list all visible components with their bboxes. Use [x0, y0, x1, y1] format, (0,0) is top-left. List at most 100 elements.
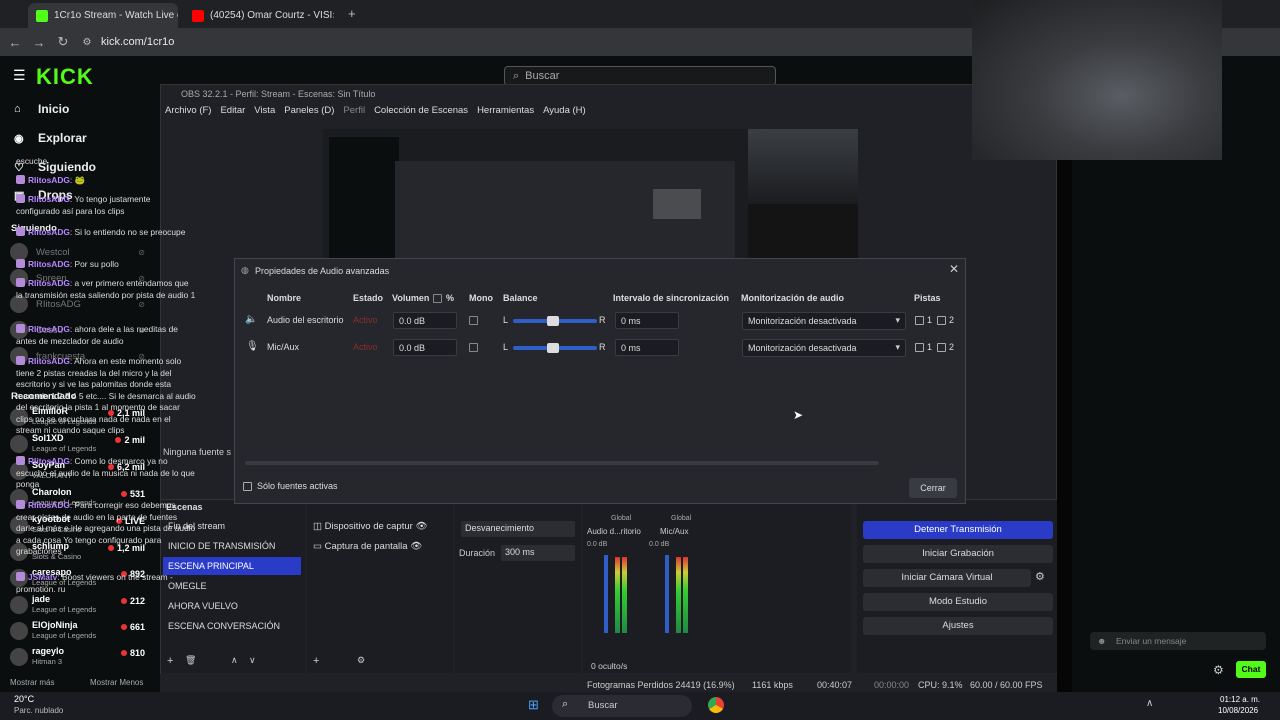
- scene-item[interactable]: ESCENA CONVERSACIÓN: [163, 617, 301, 635]
- reload-icon[interactable]: ↻: [51, 34, 75, 50]
- menu-ayuda[interactable]: Ayuda (H): [543, 105, 586, 121]
- forward-icon[interactable]: →: [27, 35, 51, 50]
- chat-input[interactable]: Enviar un mensaje: [1090, 632, 1266, 650]
- chat-username[interactable]: RIitosADG: [28, 278, 70, 288]
- taskbar-search[interactable]: Buscar: [552, 695, 692, 717]
- menu-herramientas[interactable]: Herramientas: [477, 105, 534, 121]
- start-virtual-cam-button[interactable]: Iniciar Cámara Virtual: [863, 569, 1031, 587]
- chrome-icon[interactable]: [708, 697, 724, 713]
- source-item[interactable]: ▭ Captura de pantalla 👁: [313, 541, 422, 552]
- balance-slider[interactable]: [513, 316, 597, 326]
- mono-checkbox[interactable]: [469, 343, 478, 352]
- chat-username[interactable]: RIitosADG: [28, 227, 70, 237]
- stop-stream-button[interactable]: Detener Transmisión: [863, 521, 1053, 539]
- chat-username[interactable]: RIitosADG: [28, 324, 70, 334]
- volume-spinbox[interactable]: 0.0 dB: [393, 312, 457, 329]
- settings-button[interactable]: Ajustes: [863, 617, 1053, 635]
- eye-icon[interactable]: 👁: [410, 541, 422, 552]
- chat-username[interactable]: RIitosADG: [28, 194, 70, 204]
- chat-text: : Ahora en este momento solo tiene 2 pis…: [16, 356, 196, 435]
- track-1-checkbox[interactable]: [915, 316, 924, 325]
- chat-username[interactable]: RIitosADG: [28, 500, 70, 510]
- mono-checkbox[interactable]: [469, 316, 478, 325]
- add-source-icon[interactable]: +: [313, 655, 319, 667]
- only-active-toggle[interactable]: Sólo fuentes activas: [243, 481, 338, 491]
- delete-scene-icon[interactable]: 🗑: [185, 655, 196, 666]
- chat-username[interactable]: RIitosADG: [28, 259, 70, 269]
- monitoring-value: Monitorización desactivada: [748, 316, 857, 326]
- weather-temp[interactable]: 20°C: [14, 694, 34, 704]
- volume-spinbox[interactable]: 0.0 dB: [393, 339, 457, 356]
- volume-fader[interactable]: [604, 555, 608, 633]
- horizontal-scrollbar[interactable]: [245, 461, 879, 465]
- eye-icon[interactable]: 👁: [415, 521, 427, 532]
- kick-logo[interactable]: KICK: [36, 64, 94, 90]
- nav-home[interactable]: ⌂ Inicio: [14, 102, 69, 116]
- nav-explore[interactable]: ◉ Explorar: [14, 131, 87, 145]
- close-tab-icon[interactable]: ×: [332, 10, 334, 22]
- new-tab-icon[interactable]: +: [348, 6, 356, 21]
- only-active-checkbox[interactable]: [243, 481, 252, 491]
- menu-icon[interactable]: ☰: [13, 67, 26, 84]
- volume-fader[interactable]: [665, 555, 669, 633]
- sync-spinbox[interactable]: 0 ms: [615, 339, 679, 356]
- chat-text: : 🐸: [69, 175, 85, 185]
- menu-perfil[interactable]: Perfil: [343, 105, 365, 121]
- sync-spinbox[interactable]: 0 ms: [615, 312, 679, 329]
- source-item[interactable]: ◫ Dispositivo de captur 👁: [313, 521, 428, 532]
- tray-arrow-icon[interactable]: ∧: [1146, 698, 1153, 709]
- emote-icon[interactable]: ☻: [1097, 636, 1106, 646]
- volume-value: 0.0 dB: [399, 316, 426, 326]
- monitoring-select[interactable]: Monitorización desactivada: [742, 312, 906, 330]
- track-1-checkbox[interactable]: [915, 343, 924, 352]
- virtual-cam-settings-icon[interactable]: ⚙: [1035, 570, 1045, 583]
- menu-coleccion[interactable]: Colección de Escenas: [374, 105, 468, 121]
- studio-mode-button[interactable]: Modo Estudio: [863, 593, 1053, 611]
- chat-username[interactable]: RIitosADG: [28, 175, 70, 185]
- site-info-icon[interactable]: ⚙: [75, 37, 99, 48]
- chat-text: : Si lo entiendo no se preocupe: [69, 227, 186, 237]
- scene-item[interactable]: AHORA VUELVO: [163, 597, 301, 615]
- url-field[interactable]: kick.com/1cr1o: [101, 36, 174, 48]
- source-settings-icon[interactable]: ⚙: [357, 655, 365, 666]
- track-2-checkbox[interactable]: [937, 343, 946, 352]
- chat-send-button[interactable]: Chat: [1236, 661, 1266, 678]
- tab-kick[interactable]: 1Cr1o Stream - Watch Live on K ×: [28, 3, 178, 28]
- chat-username[interactable]: JSMatv: [28, 572, 57, 582]
- menu-archivo[interactable]: Archivo (F): [165, 105, 211, 121]
- add-scene-icon[interactable]: +: [167, 655, 173, 667]
- badge-icon: [16, 175, 25, 184]
- close-icon[interactable]: ✕: [949, 262, 959, 276]
- show-less-link[interactable]: Mostrar Menos: [90, 678, 143, 687]
- search-input[interactable]: ⌕ Buscar: [504, 66, 776, 86]
- transition-select[interactable]: Desvanecimiento: [461, 521, 575, 537]
- show-more-link[interactable]: Mostrar más: [10, 678, 54, 687]
- viewer-count: 531: [121, 489, 145, 499]
- chat-username[interactable]: RIitosADG: [28, 456, 70, 466]
- close-button[interactable]: Cerrar: [909, 478, 957, 498]
- recommended-item[interactable]: ElOjoNinja League of Legends 661: [10, 619, 145, 643]
- monitoring-select[interactable]: Monitorización desactivada: [742, 339, 906, 357]
- chat-username[interactable]: RIitosADG: [28, 356, 70, 366]
- start-recording-button[interactable]: Iniciar Grabación: [863, 545, 1053, 563]
- recommended-item[interactable]: jade League of Legends 212: [10, 593, 145, 617]
- move-up-icon[interactable]: ∧: [231, 655, 238, 666]
- menu-editar[interactable]: Editar: [220, 105, 245, 121]
- nested-webcam-feed: [748, 129, 858, 204]
- back-icon[interactable]: ←: [3, 35, 27, 50]
- tab-youtube[interactable]: (40254) Omar Courtz - VISI ×: [184, 3, 334, 28]
- track-1-label: 1: [927, 342, 933, 352]
- duration-spinbox[interactable]: 300 ms: [501, 545, 575, 561]
- move-down-icon[interactable]: ∨: [249, 655, 256, 666]
- recommended-item[interactable]: rageylo Hitman 3 810: [10, 645, 145, 669]
- balance-slider[interactable]: [513, 343, 597, 353]
- menu-vista[interactable]: Vista: [254, 105, 275, 121]
- chat-settings-icon[interactable]: ⚙: [1213, 663, 1224, 677]
- clock-time[interactable]: 01:12 a. m.: [1220, 695, 1260, 704]
- percent-checkbox[interactable]: [433, 294, 442, 303]
- mixer-db: 0.0 dB: [587, 541, 608, 548]
- windows-start-icon[interactable]: ⊞: [528, 697, 539, 713]
- track-2-checkbox[interactable]: [937, 316, 946, 325]
- track-2-label: 2: [949, 315, 955, 325]
- menu-paneles[interactable]: Paneles (D): [284, 105, 334, 121]
